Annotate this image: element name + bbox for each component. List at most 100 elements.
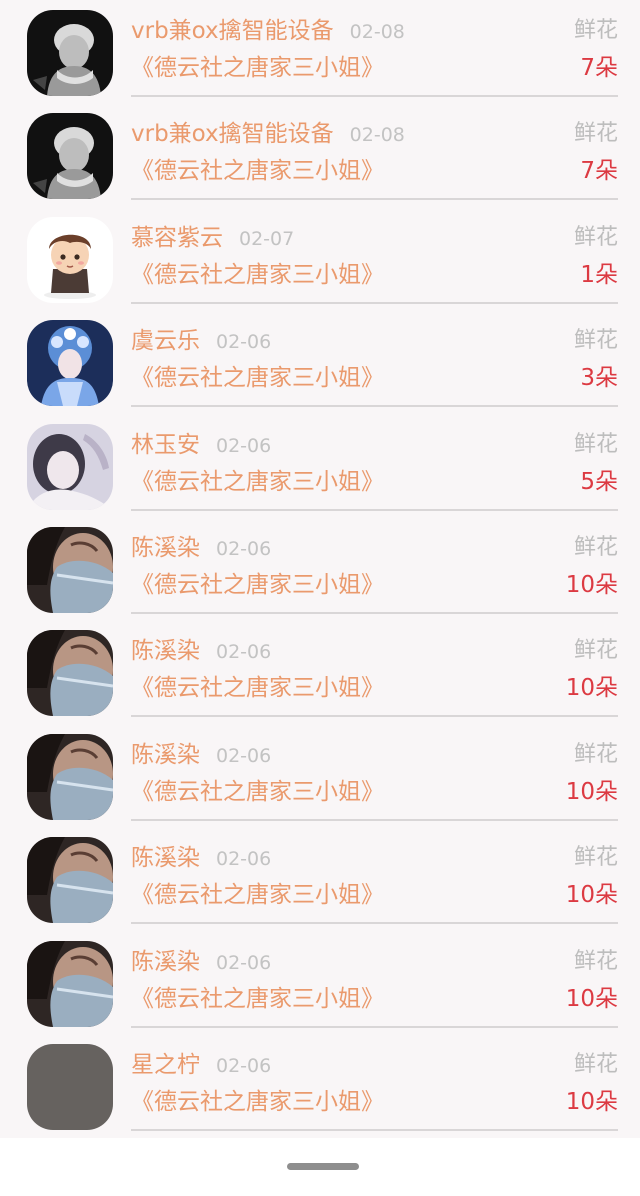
placeholder-avatar-image: [27, 1043, 113, 1130]
gift-type-label: 鲜花: [573, 534, 618, 560]
send-date: 02-06: [216, 744, 272, 767]
gift-count: 10朵: [565, 675, 618, 702]
avatar[interactable]: [27, 10, 113, 96]
show-title: 《德云社之唐家三小姐》: [131, 985, 384, 1012]
list-item[interactable]: 陈溪染 02-06 鲜花 《德云社之唐家三小姐》 10朵: [0, 931, 640, 1034]
gift-type-label: 鲜花: [573, 18, 618, 43]
gift-type-label: 鲜花: [573, 741, 618, 767]
row-content: 陈溪染 02-06 鲜花 《德云社之唐家三小姐》 10朵: [131, 931, 618, 1028]
masked-selfie-avatar-image: [27, 630, 113, 717]
gift-type-label: 鲜花: [573, 328, 618, 354]
sender-name: 陈溪染: [131, 534, 200, 561]
sender-name: 陈溪染: [131, 845, 200, 872]
avatar[interactable]: [27, 216, 113, 303]
send-date: 02-08: [349, 21, 405, 43]
show-title: 《德云社之唐家三小姐》: [131, 261, 384, 288]
gift-count: 10朵: [565, 985, 618, 1012]
opera-costume-avatar-image: [27, 320, 113, 407]
list-item[interactable]: 星之柠 02-06 鲜花 《德云社之唐家三小姐》 10朵: [0, 1034, 640, 1137]
sender-name: vrb兼ox擒智能设备: [131, 121, 334, 148]
list-item[interactable]: vrb兼ox擒智能设备 02-08 鲜花 《德云社之唐家三小姐》 7朵: [0, 0, 640, 103]
list-item[interactable]: 陈溪染 02-06 鲜花 《德云社之唐家三小姐》 10朵: [0, 724, 640, 827]
cartoon-boy-avatar-image: [27, 216, 113, 303]
row-content: vrb兼ox擒智能设备 02-08 鲜花 《德云社之唐家三小姐》 7朵: [131, 103, 618, 201]
gift-record-list[interactable]: vrb兼ox擒智能设备 02-08 鲜花 《德云社之唐家三小姐》 7朵 vrb兼o…: [0, 0, 640, 1138]
gift-type-label: 鲜花: [573, 638, 618, 664]
gift-type-label: 鲜花: [573, 431, 618, 457]
list-item[interactable]: 陈溪染 02-06 鲜花 《德云社之唐家三小姐》 10朵: [0, 517, 640, 620]
avatar[interactable]: [27, 1043, 113, 1130]
show-title: 《德云社之唐家三小姐》: [131, 571, 384, 598]
avatar[interactable]: [27, 630, 113, 717]
send-date: 02-06: [216, 641, 272, 664]
send-date: 02-07: [239, 227, 295, 250]
row-content: 陈溪染 02-06 鲜花 《德云社之唐家三小姐》 10朵: [131, 620, 618, 718]
list-item[interactable]: vrb兼ox擒智能设备 02-08 鲜花 《德云社之唐家三小姐》 7朵: [0, 103, 640, 206]
masked-selfie-avatar-image: [27, 940, 113, 1027]
show-title: 《德云社之唐家三小姐》: [131, 55, 384, 81]
send-date: 02-06: [216, 848, 272, 871]
gift-type-label: 鲜花: [573, 224, 618, 250]
sender-name: 虞云乐: [131, 328, 200, 355]
sender-name: 陈溪染: [131, 741, 200, 768]
list-item[interactable]: 虞云乐 02-06 鲜花 《德云社之唐家三小姐》 3朵: [0, 310, 640, 413]
row-content: 慕容紫云 02-07 鲜花 《德云社之唐家三小姐》 1朵: [131, 207, 618, 304]
list-item[interactable]: 陈溪染 02-06 鲜花 《德云社之唐家三小姐》 10朵: [0, 827, 640, 930]
soft-portrait-avatar-image: [27, 423, 113, 510]
avatar[interactable]: [27, 837, 113, 924]
sender-name: 陈溪染: [131, 948, 200, 975]
row-content: 陈溪染 02-06 鲜花 《德云社之唐家三小姐》 10朵: [131, 827, 618, 925]
avatar[interactable]: [27, 526, 113, 613]
send-date: 02-06: [216, 434, 272, 457]
row-content: 林玉安 02-06 鲜花 《德云社之唐家三小姐》 5朵: [131, 414, 618, 511]
show-title: 《德云社之唐家三小姐》: [131, 158, 384, 185]
sender-name: 陈溪染: [131, 638, 200, 665]
row-content: vrb兼ox擒智能设备 02-08 鲜花 《德云社之唐家三小姐》 7朵: [131, 0, 618, 97]
masked-selfie-avatar-image: [27, 526, 113, 613]
gift-count: 10朵: [565, 778, 618, 805]
avatar[interactable]: [27, 113, 113, 200]
avatar[interactable]: [27, 320, 113, 407]
avatar[interactable]: [27, 733, 113, 820]
show-title: 《德云社之唐家三小姐》: [131, 778, 384, 805]
show-title: 《德云社之唐家三小姐》: [131, 882, 384, 909]
sender-name: vrb兼ox擒智能设备: [131, 18, 334, 44]
sketch-portrait-avatar-image: [27, 10, 113, 96]
row-content: 陈溪染 02-06 鲜花 《德云社之唐家三小姐》 10朵: [131, 517, 618, 614]
gift-count: 10朵: [565, 1088, 618, 1115]
row-content: 虞云乐 02-06 鲜花 《德云社之唐家三小姐》 3朵: [131, 310, 618, 408]
gift-count: 10朵: [565, 571, 618, 598]
show-title: 《德云社之唐家三小姐》: [131, 468, 384, 495]
gift-count: 1朵: [580, 261, 618, 288]
sketch-portrait-avatar-image: [27, 113, 113, 200]
gift-type-label: 鲜花: [573, 845, 618, 871]
sender-name: 慕容紫云: [131, 224, 223, 251]
gift-count: 7朵: [580, 158, 618, 185]
gift-type-label: 鲜花: [573, 121, 618, 147]
row-content: 陈溪染 02-06 鲜花 《德云社之唐家三小姐》 10朵: [131, 724, 618, 821]
show-title: 《德云社之唐家三小姐》: [131, 1088, 384, 1115]
home-indicator[interactable]: [287, 1163, 359, 1170]
gift-count: 5朵: [580, 468, 618, 495]
gift-count: 7朵: [580, 55, 618, 81]
gift-type-label: 鲜花: [573, 1051, 618, 1077]
sender-name: 星之柠: [131, 1051, 200, 1078]
avatar[interactable]: [27, 940, 113, 1027]
list-item[interactable]: 慕容紫云 02-07 鲜花 《德云社之唐家三小姐》 1朵: [0, 207, 640, 310]
masked-selfie-avatar-image: [27, 733, 113, 820]
row-content: 星之柠 02-06 鲜花 《德云社之唐家三小姐》 10朵: [131, 1034, 618, 1131]
gift-count: 3朵: [580, 365, 618, 392]
show-title: 《德云社之唐家三小姐》: [131, 675, 384, 702]
send-date: 02-06: [216, 537, 272, 560]
sender-name: 林玉安: [131, 431, 200, 458]
avatar[interactable]: [27, 423, 113, 510]
list-item[interactable]: 林玉安 02-06 鲜花 《德云社之唐家三小姐》 5朵: [0, 414, 640, 517]
gift-count: 10朵: [565, 882, 618, 909]
show-title: 《德云社之唐家三小姐》: [131, 365, 384, 392]
list-item[interactable]: 陈溪染 02-06 鲜花 《德云社之唐家三小姐》 10朵: [0, 620, 640, 723]
send-date: 02-08: [349, 124, 405, 147]
send-date: 02-06: [216, 331, 272, 354]
send-date: 02-06: [216, 1054, 272, 1077]
gift-type-label: 鲜花: [573, 948, 618, 974]
send-date: 02-06: [216, 951, 272, 974]
